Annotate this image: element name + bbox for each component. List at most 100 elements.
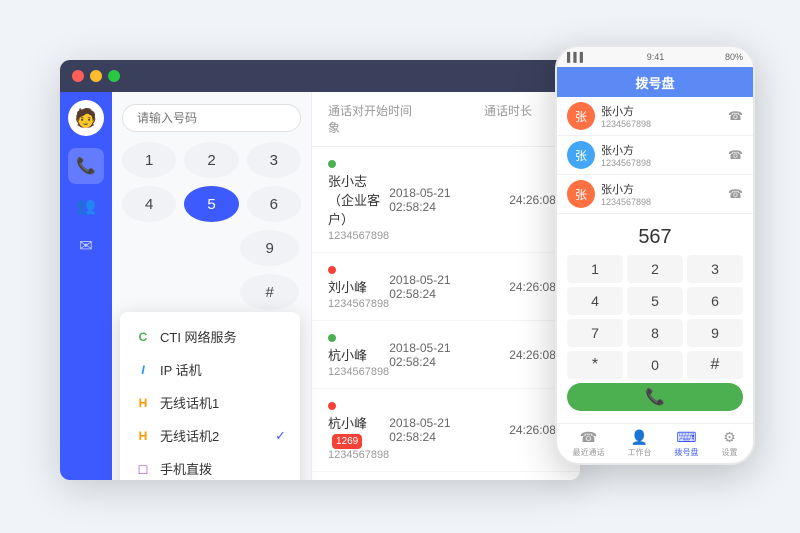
menu-item-cti[interactable]: C CTI 网络服务 xyxy=(120,320,300,353)
list-item[interactable]: 张 张小方 1234567898 ☎ xyxy=(557,175,753,214)
sidebar-icon-phone[interactable]: 📞 xyxy=(68,148,104,184)
mb-btn-4[interactable]: 4 xyxy=(567,287,623,315)
contact-number: 1234567898 xyxy=(601,158,722,168)
status-dot-red xyxy=(328,402,336,410)
cti-icon: C xyxy=(134,328,152,346)
status-dot-green xyxy=(328,160,336,168)
mb-btn-1[interactable]: 1 xyxy=(567,255,623,283)
caller-number: 1234567898 xyxy=(328,449,389,461)
mobile-bottom-nav: ☎ 最近通话 👤 工作台 ⌨ 拨号盘 ⚙ 设置 xyxy=(557,423,753,463)
menu-label-cti: CTI 网络服务 xyxy=(160,327,237,346)
left-panel: 1 2 3 4 5 6 9 # C CTI 网络服务 I IP 话机 xyxy=(112,92,312,480)
table-row[interactable]: 张小志（企业客户） 1234567898 2018-05-21 02:58:24… xyxy=(312,147,580,253)
contact-name: 张小方 xyxy=(601,103,722,119)
signal-icon: ▌▌▌ xyxy=(567,52,586,62)
minimize-button[interactable] xyxy=(90,70,102,82)
mb-btn-hash[interactable]: # xyxy=(687,351,743,379)
dial-btn-2[interactable]: 2 xyxy=(184,142,238,178)
dial-btn-hash[interactable]: # xyxy=(240,274,299,310)
dial-btn-4[interactable]: 4 xyxy=(122,186,176,222)
nav-item-settings[interactable]: ⚙ 设置 xyxy=(722,429,738,458)
time-value: 2018-05-21 xyxy=(389,186,509,200)
mobile-app: ▌▌▌ 9:41 80% 拨号盘 张 张小方 1234567898 ☎ 张 张小… xyxy=(555,45,755,465)
list-item[interactable]: 张 张小方 1234567898 ☎ xyxy=(557,97,753,136)
app-titlebar xyxy=(60,60,580,92)
avatar: 张 xyxy=(567,141,595,169)
mb-btn-2[interactable]: 2 xyxy=(627,255,683,283)
dial-btn-9[interactable]: 9 xyxy=(240,230,299,266)
caller-number: 1234567898 xyxy=(328,230,389,242)
call-icon[interactable]: ☎ xyxy=(728,187,743,201)
avatar: 张 xyxy=(567,180,595,208)
window-controls xyxy=(72,70,120,82)
mb-btn-6[interactable]: 6 xyxy=(687,287,743,315)
header-time: 开始时间 xyxy=(364,102,484,136)
dialpad-grid-2: 9 # xyxy=(240,230,299,310)
mb-btn-star[interactable]: * xyxy=(567,351,623,379)
nav-item-recent[interactable]: ☎ 最近通话 xyxy=(573,429,605,458)
mobile-dial-display: 567 xyxy=(567,222,743,255)
call-icon[interactable]: ☎ xyxy=(728,109,743,123)
sidebar-icon-contacts[interactable]: 👥 xyxy=(68,188,104,224)
time-display: 9:41 xyxy=(647,52,665,62)
mb-btn-7[interactable]: 7 xyxy=(567,319,623,347)
caller-info: 杭小峰1269 1234567898 xyxy=(328,399,389,461)
caller-number: 1234567898 xyxy=(328,298,389,310)
call-icon[interactable]: ☎ xyxy=(728,148,743,162)
battery-icon: 80% xyxy=(725,52,743,62)
table-row[interactable]: 杭小峰 1234567898 2018-05-21 02:58:24 24:26… xyxy=(312,321,580,389)
menu-item-mobile[interactable]: □ 手机直拨 xyxy=(120,452,300,480)
mobile-titlebar: 拨号盘 xyxy=(557,67,753,97)
nav-item-workbench[interactable]: 👤 工作台 xyxy=(628,429,652,458)
menu-item-ip[interactable]: I IP 话机 xyxy=(120,353,300,386)
device-dropdown: C CTI 网络服务 I IP 话机 H 无线话机1 H 无线话机2 ✓ □ xyxy=(120,312,300,480)
contact-number: 1234567898 xyxy=(601,197,722,207)
maximize-button[interactable] xyxy=(108,70,120,82)
dialpad-nav-icon: ⌨ xyxy=(676,429,696,446)
caller-name: 张小志（企业客户） xyxy=(328,171,389,228)
caller-name: 杭小峰1269 xyxy=(328,413,389,447)
mb-btn-9[interactable]: 9 xyxy=(687,319,743,347)
workbench-nav-icon: 👤 xyxy=(631,429,648,446)
dial-btn-1[interactable]: 1 xyxy=(122,142,176,178)
dial-btn-6[interactable]: 6 xyxy=(247,186,301,222)
menu-label-ip: IP 话机 xyxy=(160,360,202,379)
call-time: 2018-05-21 02:58:24 xyxy=(389,273,509,301)
phone-nav-icon: ☎ xyxy=(580,429,597,446)
sidebar: 🧑 📞 👥 ✉ xyxy=(60,92,112,480)
mb-call-button[interactable]: 📞 xyxy=(567,383,743,411)
call-list-panel: 通话对象 开始时间 通话时长 张小志（企业客户） 1234567898 2018… xyxy=(312,92,580,480)
table-row[interactable]: 杭小峰1269 1234567898 2018-05-21 02:58:24 2… xyxy=(312,389,580,472)
dial-input[interactable] xyxy=(122,104,301,132)
call-list-header: 通话对象 开始时间 通话时长 xyxy=(312,92,580,147)
list-item[interactable]: 张 张小方 1234567898 ☎ xyxy=(557,136,753,175)
mobile-dialpad-grid: 1 2 3 4 5 6 7 8 9 * 0 # 📞 xyxy=(567,255,743,411)
menu-label-wireless2: 无线话机2 xyxy=(160,426,219,445)
avatar[interactable]: 🧑 xyxy=(68,100,104,136)
nav-label-workbench: 工作台 xyxy=(628,447,652,458)
status-dot-red xyxy=(328,266,336,274)
table-row[interactable]: 刘小峰 1234567898 2018-05-21 02:58:24 24:26… xyxy=(312,253,580,321)
call-time: 2018-05-21 02:58:24 xyxy=(389,416,509,444)
caller-name: 杭小峰 xyxy=(328,345,389,364)
table-row[interactable]: 杭小峰 1234567898 2018-05-21 02:58:24 24:26… xyxy=(312,472,580,480)
caller-info: 刘小峰 1234567898 xyxy=(328,263,389,310)
menu-item-wireless2[interactable]: H 无线话机2 ✓ xyxy=(120,419,300,452)
caller-info: 杭小峰 1234567898 xyxy=(328,331,389,378)
mb-btn-8[interactable]: 8 xyxy=(627,319,683,347)
call-info: 张小方 1234567898 xyxy=(601,103,722,129)
mb-btn-0[interactable]: 0 xyxy=(627,351,683,379)
contact-name: 张小方 xyxy=(601,181,722,197)
sidebar-icon-message[interactable]: ✉ xyxy=(68,228,104,264)
call-time: 2018-05-21 02:58:24 xyxy=(389,341,509,369)
mb-btn-3[interactable]: 3 xyxy=(687,255,743,283)
dial-btn-5[interactable]: 5 xyxy=(184,186,238,222)
dialpad-grid: 1 2 3 4 5 6 xyxy=(122,142,301,222)
status-dot-green xyxy=(328,334,336,342)
dial-btn-3[interactable]: 3 xyxy=(247,142,301,178)
close-button[interactable] xyxy=(72,70,84,82)
mb-btn-5[interactable]: 5 xyxy=(627,287,683,315)
nav-item-dialpad[interactable]: ⌨ 拨号盘 xyxy=(675,429,699,458)
menu-item-wireless1[interactable]: H 无线话机1 xyxy=(120,386,300,419)
contact-name: 张小方 xyxy=(601,142,722,158)
